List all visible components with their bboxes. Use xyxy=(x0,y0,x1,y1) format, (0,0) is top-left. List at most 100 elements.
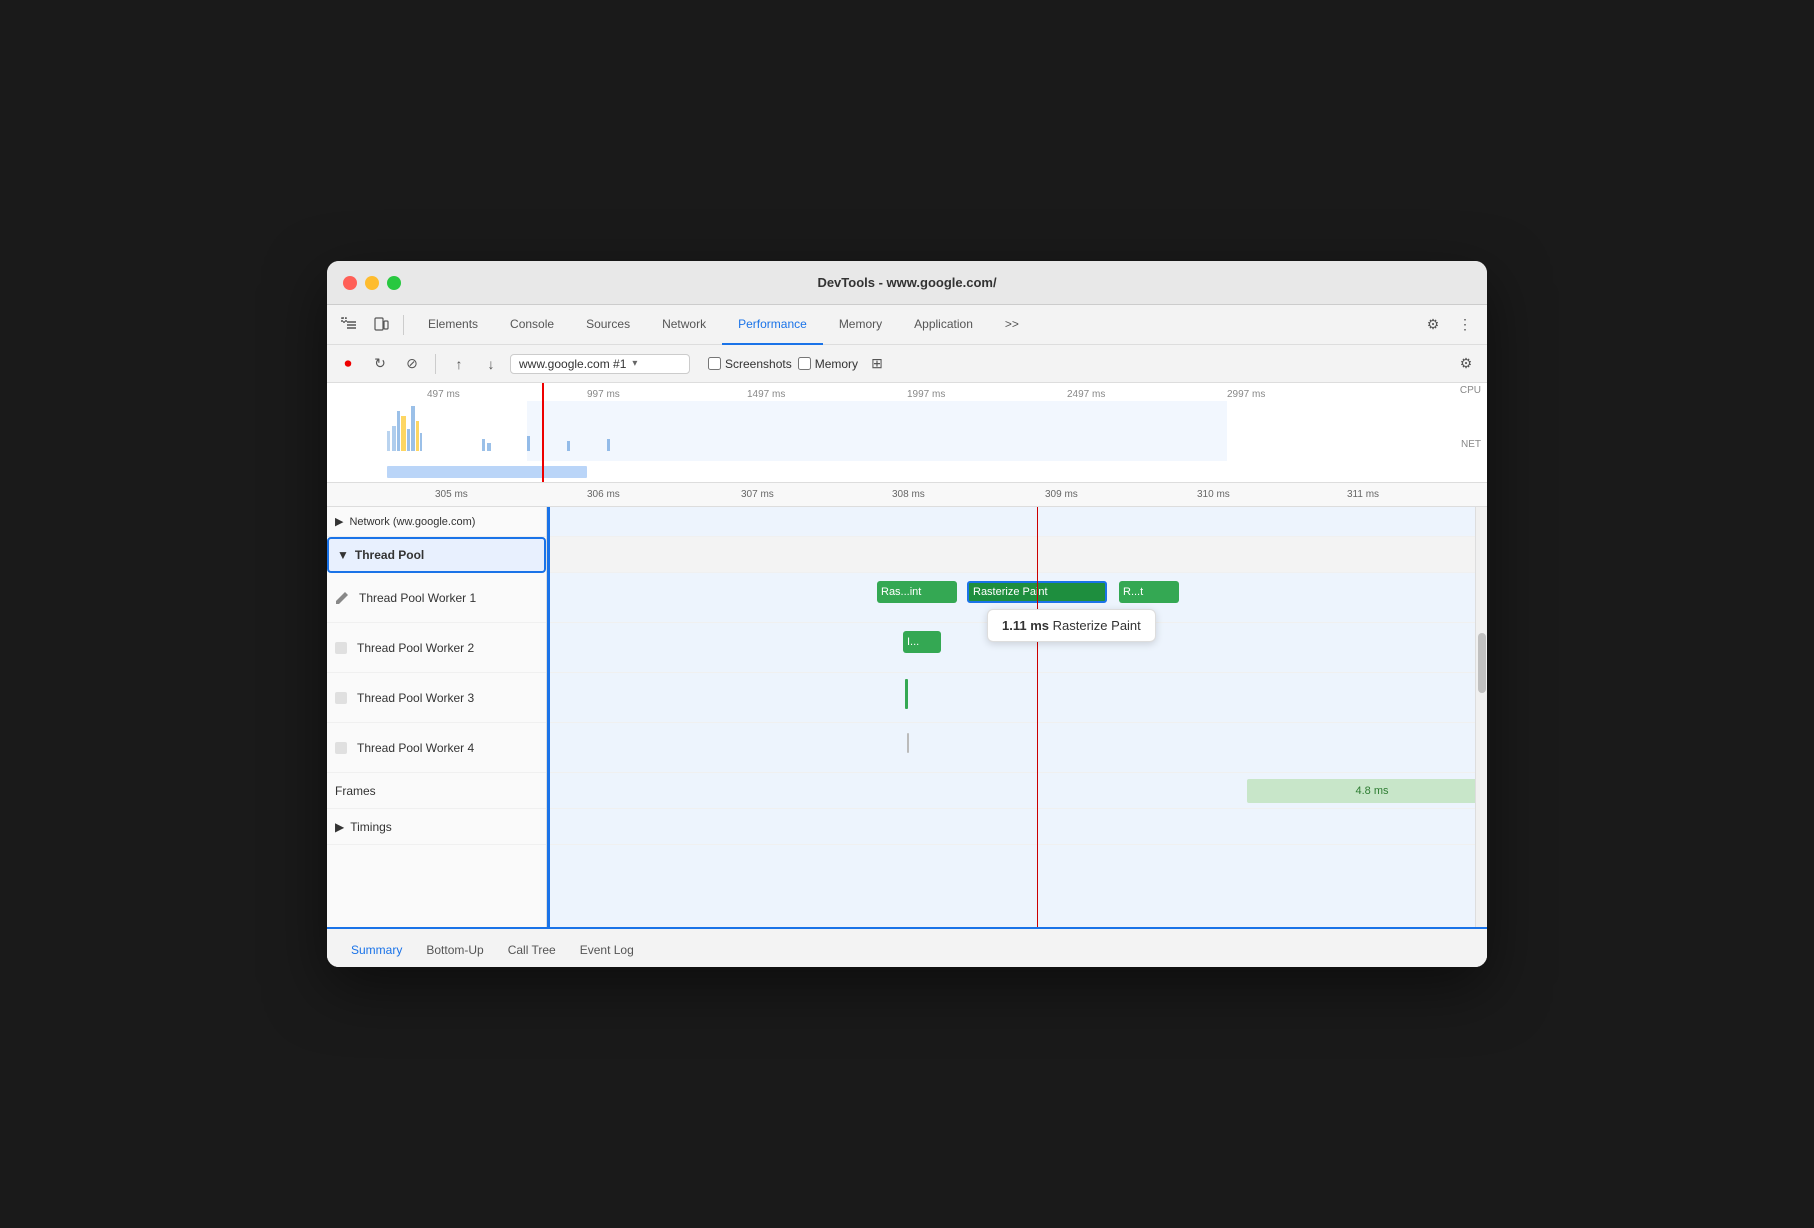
network-track xyxy=(547,507,1487,537)
worker4-label-row: Thread Pool Worker 4 xyxy=(327,723,546,773)
cpu-chart xyxy=(327,401,1487,461)
frames-label: Frames xyxy=(335,784,376,798)
worker2-block1[interactable]: I... xyxy=(903,631,941,653)
ruler-tick-1: 497 ms xyxy=(427,389,460,400)
zoom-tick-7: 311 ms xyxy=(1347,489,1379,500)
worker4-small-block xyxy=(907,733,909,753)
ruler-tick-5: 2497 ms xyxy=(1067,389,1105,400)
thread-pool-chevron: ▼ xyxy=(337,548,349,562)
memory-label: Memory xyxy=(815,357,858,371)
worker1-block1[interactable]: Ras...int xyxy=(877,581,957,603)
capture-icon[interactable]: ⊞ xyxy=(864,351,890,377)
tab-bottom-up[interactable]: Bottom-Up xyxy=(414,933,495,967)
title-bar: DevTools - www.google.com/ xyxy=(327,261,1487,305)
checkbox-group: Screenshots Memory ⊞ xyxy=(708,351,890,377)
ruler-tick-3: 1497 ms xyxy=(747,389,785,400)
devtools-window: DevTools - www.google.com/ Elem xyxy=(327,261,1487,967)
clear-icon[interactable]: ⊘ xyxy=(399,351,425,377)
worker4-track xyxy=(547,723,1487,773)
tab-more[interactable]: >> xyxy=(989,305,1035,345)
toolbar: ⏺ ↻ ⊘ ↑ ↓ www.google.com #1 ▾ Screenshot… xyxy=(327,345,1487,383)
nav-right: ⚙ ⋮ xyxy=(1419,311,1479,339)
url-selector[interactable]: www.google.com #1 ▾ xyxy=(510,354,690,374)
net-bar xyxy=(387,466,587,478)
upload-icon[interactable]: ↑ xyxy=(446,351,472,377)
tab-performance[interactable]: Performance xyxy=(722,305,823,345)
maximize-button[interactable] xyxy=(387,276,401,290)
worker4-label: Thread Pool Worker 4 xyxy=(357,741,474,755)
worker1-block3[interactable]: R...t xyxy=(1119,581,1179,603)
frames-track: 4.8 ms xyxy=(547,773,1487,809)
traffic-lights xyxy=(343,276,401,290)
reload-icon[interactable]: ↻ xyxy=(367,351,393,377)
download-icon[interactable]: ↓ xyxy=(478,351,504,377)
worker3-track xyxy=(547,673,1487,723)
thread-pool-track xyxy=(547,537,1487,573)
worker1-track: Ras...int Rasterize Paint R...t 1.11 ms … xyxy=(547,573,1487,623)
tab-console[interactable]: Console xyxy=(494,305,570,345)
device-icon[interactable] xyxy=(367,311,395,339)
zoom-tick-3: 307 ms xyxy=(741,489,774,500)
worker1-label-row: Thread Pool Worker 1 xyxy=(327,573,546,623)
zoom-tick-4: 308 ms xyxy=(892,489,925,500)
record-icon[interactable]: ⏺ xyxy=(335,351,361,377)
cursor-line xyxy=(1037,507,1038,927)
overview-area: CPU NET 497 ms 997 ms 1497 ms 1997 ms 24… xyxy=(327,383,1487,483)
scrollbar-thumb[interactable] xyxy=(1478,633,1486,693)
minimize-button[interactable] xyxy=(365,276,379,290)
thread-pool-label: Thread Pool xyxy=(355,548,424,562)
window-title: DevTools - www.google.com/ xyxy=(817,275,996,290)
settings-icon[interactable]: ⚙ xyxy=(1419,311,1447,339)
memory-checkbox-label[interactable]: Memory xyxy=(798,357,858,371)
tab-summary[interactable]: Summary xyxy=(339,933,414,967)
timeline-main: ▶ Network (ww.google.com) ▼ Thread Pool … xyxy=(327,507,1487,927)
tooltip: 1.11 ms Rasterize Paint xyxy=(987,609,1156,642)
worker4-icon xyxy=(335,742,347,754)
bottom-tabs: Summary Bottom-Up Call Tree Event Log xyxy=(327,927,1487,967)
nav-tabs: Elements Console Sources Network Perform… xyxy=(412,305,1415,345)
tab-elements[interactable]: Elements xyxy=(412,305,494,345)
worker2-icon xyxy=(335,642,347,654)
tab-event-log[interactable]: Event Log xyxy=(568,933,646,967)
tab-sources[interactable]: Sources xyxy=(570,305,646,345)
settings2-icon[interactable]: ⚙ xyxy=(1453,351,1479,377)
timings-label-row[interactable]: ▶ Timings xyxy=(327,809,546,845)
tooltip-label: Rasterize Paint xyxy=(1053,618,1141,633)
memory-checkbox[interactable] xyxy=(798,357,811,370)
frames-block[interactable]: 4.8 ms xyxy=(1247,779,1487,803)
url-text: www.google.com #1 xyxy=(519,357,626,371)
worker3-label-row: Thread Pool Worker 3 xyxy=(327,673,546,723)
tab-network[interactable]: Network xyxy=(646,305,722,345)
more-icon[interactable]: ⋮ xyxy=(1451,311,1479,339)
red-cursor-line xyxy=(542,383,544,482)
nav-bar: Elements Console Sources Network Perform… xyxy=(327,305,1487,345)
ruler-tick-4: 1997 ms xyxy=(907,389,945,400)
tooltip-ms: 1.11 ms xyxy=(1002,618,1049,633)
worker3-icon xyxy=(335,692,347,704)
frames-label-row: Frames xyxy=(327,773,546,809)
screenshots-checkbox-label[interactable]: Screenshots xyxy=(708,357,792,371)
vertical-scrollbar[interactable] xyxy=(1475,507,1487,927)
pencil-icon-1 xyxy=(335,591,349,605)
worker2-label-row: Thread Pool Worker 2 xyxy=(327,623,546,673)
thread-pool-header[interactable]: ▼ Thread Pool xyxy=(327,537,546,573)
worker3-small-block xyxy=(905,679,908,709)
zoom-tick-6: 310 ms xyxy=(1197,489,1230,500)
tab-memory[interactable]: Memory xyxy=(823,305,898,345)
zoom-tick-2: 306 ms xyxy=(587,489,620,500)
worker1-label: Thread Pool Worker 1 xyxy=(359,591,476,605)
devtools-body: Elements Console Sources Network Perform… xyxy=(327,305,1487,967)
toolbar-sep1 xyxy=(435,354,436,374)
screenshots-label: Screenshots xyxy=(725,357,792,371)
screenshots-checkbox[interactable] xyxy=(708,357,721,370)
tab-call-tree[interactable]: Call Tree xyxy=(496,933,568,967)
ruler-tick-2: 997 ms xyxy=(587,389,620,400)
timeline-tracks: Ras...int Rasterize Paint R...t 1.11 ms … xyxy=(547,507,1487,927)
inspect-icon[interactable] xyxy=(335,311,363,339)
zoom-tick-5: 309 ms xyxy=(1045,489,1078,500)
tab-application[interactable]: Application xyxy=(898,305,989,345)
timings-label: Timings xyxy=(350,820,392,834)
left-border xyxy=(547,507,550,927)
worker3-label: Thread Pool Worker 3 xyxy=(357,691,474,705)
close-button[interactable] xyxy=(343,276,357,290)
